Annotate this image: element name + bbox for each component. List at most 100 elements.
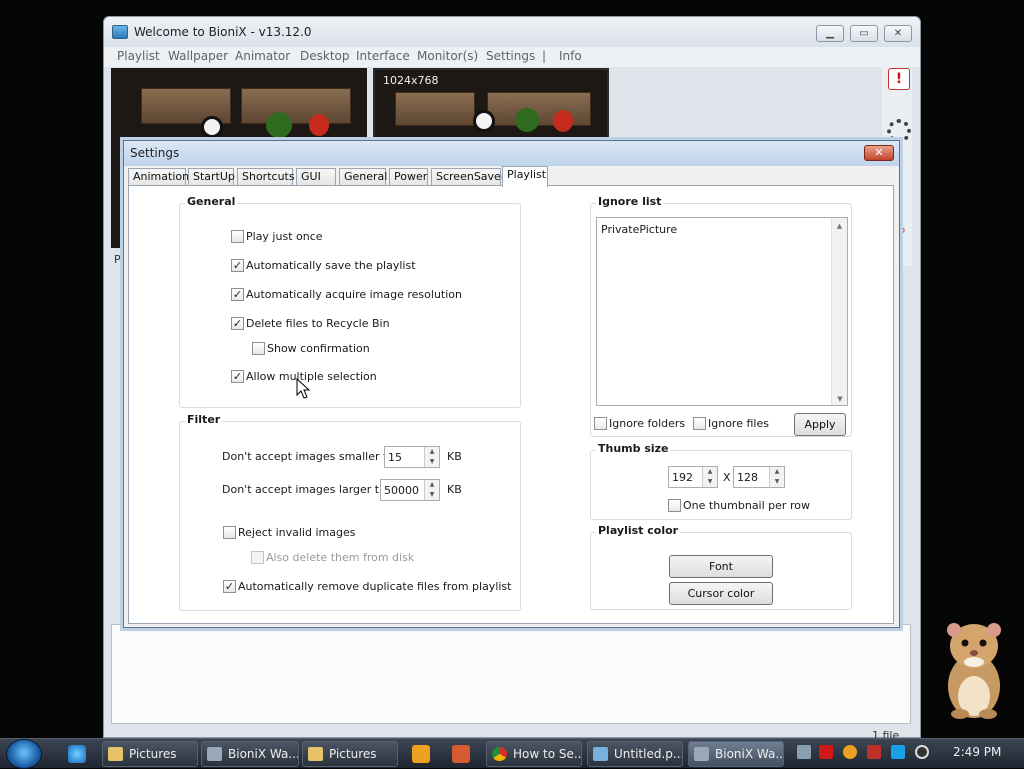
folder-icon	[108, 747, 123, 761]
recycle-bin-checkbox[interactable]: ✓	[231, 317, 244, 330]
settings-tab-strip: Animation StartUp Shortcuts GUI General …	[128, 166, 898, 187]
start-orb-icon[interactable]	[6, 739, 42, 769]
min-size-value[interactable]: 15	[388, 451, 402, 464]
taskbar-button-paint[interactable]: Untitled.p...	[587, 741, 683, 767]
max-size-spinner[interactable]: 50000 ▲ ▼	[380, 479, 440, 501]
auto-save-label[interactable]: Automatically save the playlist	[246, 259, 416, 272]
auto-save-checkbox[interactable]: ✓	[231, 259, 244, 272]
max-size-spinner-arrows[interactable]: ▲ ▼	[424, 480, 439, 500]
show-confirmation-label[interactable]: Show confirmation	[267, 342, 370, 355]
multiple-selection-label[interactable]: Allow multiple selection	[246, 370, 377, 383]
ie-icon[interactable]	[68, 745, 86, 763]
taskbar-clock[interactable]: 2:49 PM	[953, 745, 1001, 759]
playlist-tab-page: General Play just once ✓ Automatically s…	[128, 185, 894, 624]
tray-flag-icon[interactable]	[867, 745, 881, 759]
menu-desktop[interactable]: Desktop	[300, 49, 350, 63]
ignore-list-scrollbar[interactable]: ▲ ▼	[831, 218, 847, 405]
max-size-value[interactable]: 50000	[384, 484, 419, 497]
taskbar-button-pictures-1[interactable]: Pictures	[102, 741, 198, 767]
scroll-down-icon[interactable]: ▼	[832, 395, 848, 403]
auto-resolution-label[interactable]: Automatically acquire image resolution	[246, 288, 462, 301]
reject-invalid-checkbox[interactable]	[223, 526, 236, 539]
tab-general[interactable]: General	[339, 168, 387, 186]
close-main-button[interactable]: ✕	[884, 25, 912, 42]
thumb-width-value[interactable]: 192	[672, 471, 693, 484]
tab-startup[interactable]: StartUp	[188, 168, 235, 186]
menu-info[interactable]: Info	[559, 49, 582, 63]
apply-button[interactable]: Apply	[794, 413, 846, 436]
tab-animation[interactable]: Animation	[128, 168, 189, 186]
tab-shortcuts[interactable]: Shortcuts	[237, 168, 295, 186]
thumb-width-arrows[interactable]: ▲ ▼	[702, 467, 717, 487]
media-player-icon[interactable]	[412, 745, 430, 763]
ignore-list-item[interactable]: PrivatePicture	[601, 223, 677, 236]
taskbar-label: BioniX Wa...	[228, 747, 299, 761]
tab-playlist[interactable]: Playlist	[502, 166, 548, 187]
maximize-button[interactable]: ▭	[850, 25, 878, 42]
thumb-height-value[interactable]: 128	[737, 471, 758, 484]
ignore-folders-checkbox[interactable]	[594, 417, 607, 430]
playlist-area[interactable]	[111, 624, 911, 724]
also-delete-checkbox[interactable]	[251, 551, 264, 564]
taskbar-button-chrome[interactable]: How to Se...	[486, 741, 582, 767]
thumb-height-arrows[interactable]: ▲ ▼	[769, 467, 784, 487]
taskbar-button-pictures-2[interactable]: Pictures	[302, 741, 398, 767]
tray-display-icon[interactable]	[891, 745, 905, 759]
min-size-label: Don't accept images smaller than	[222, 450, 408, 463]
menu-settings[interactable]: Settings	[486, 49, 535, 63]
tray-network-icon[interactable]	[797, 745, 811, 759]
remove-duplicates-label[interactable]: Automatically remove duplicate files fro…	[238, 580, 511, 593]
tab-screensaver[interactable]: ScreenSaver	[431, 168, 505, 186]
tab-gui[interactable]: GUI	[296, 168, 336, 186]
ignore-list-box[interactable]: PrivatePicture ▲ ▼	[596, 217, 848, 406]
tray-antivirus-icon[interactable]	[819, 745, 833, 759]
min-size-unit: KB	[447, 450, 462, 463]
settings-titlebar[interactable]: Settings ✕	[124, 141, 899, 166]
taskbar-button-bionix-2[interactable]: BioniX Wa...	[688, 741, 784, 767]
min-size-spinner-arrows[interactable]: ▲ ▼	[424, 447, 439, 467]
tray-volume-icon[interactable]	[915, 745, 929, 759]
scroll-up-icon[interactable]: ▲	[832, 222, 847, 230]
main-titlebar[interactable]: Welcome to BioniX - v13.12.0 ▁ ▭ ✕	[104, 17, 920, 47]
play-just-once-label[interactable]: Play just once	[246, 230, 323, 243]
tray-search-icon[interactable]	[843, 745, 857, 759]
taskbar-label: Untitled.p...	[614, 747, 683, 761]
font-button[interactable]: Font	[669, 555, 773, 578]
thumb-size-separator: X	[723, 471, 731, 484]
show-confirmation-checkbox[interactable]	[252, 342, 265, 355]
play-just-once-checkbox[interactable]	[231, 230, 244, 243]
cursor-color-button[interactable]: Cursor color	[669, 582, 773, 605]
menu-interface[interactable]: Interface	[356, 49, 410, 63]
one-per-row-label[interactable]: One thumbnail per row	[683, 499, 810, 512]
thumb-width-spinner[interactable]: 192 ▲ ▼	[668, 466, 718, 488]
wallpaper-preview-current[interactable]: 1024x768	[373, 68, 609, 144]
minimize-button[interactable]: ▁	[816, 25, 844, 42]
max-size-unit: KB	[447, 483, 462, 496]
menu-animator[interactable]: Animator	[235, 49, 290, 63]
thumb-height-spinner[interactable]: 128 ▲ ▼	[733, 466, 785, 488]
preview-resolution-label: 1024x768	[383, 74, 439, 87]
main-menubar: Playlist Wallpaper Animator Desktop Inte…	[104, 47, 920, 67]
taskbar-label: Pictures	[329, 747, 377, 761]
ignore-files-checkbox[interactable]	[693, 417, 706, 430]
recycle-bin-label[interactable]: Delete files to Recycle Bin	[246, 317, 390, 330]
settings-close-button[interactable]: ✕	[864, 145, 894, 161]
hamster-icon	[947, 623, 1001, 719]
taskbar-label: Pictures	[129, 747, 177, 761]
menu-monitors[interactable]: Monitor(s)	[417, 49, 478, 63]
min-size-spinner[interactable]: 15 ▲ ▼	[384, 446, 440, 468]
one-per-row-checkbox[interactable]	[668, 499, 681, 512]
remove-duplicates-checkbox[interactable]: ✓	[223, 580, 236, 593]
taskbar-label: How to Se...	[513, 747, 582, 761]
ignore-folders-label[interactable]: Ignore folders	[609, 417, 685, 430]
alert-icon[interactable]: !	[888, 68, 910, 90]
pinned-app-icon[interactable]	[452, 745, 470, 763]
reject-invalid-label[interactable]: Reject invalid images	[238, 526, 355, 539]
multiple-selection-checkbox[interactable]: ✓	[231, 370, 244, 383]
taskbar-button-bionix-1[interactable]: BioniX Wa...	[201, 741, 299, 767]
menu-wallpaper[interactable]: Wallpaper	[168, 49, 228, 63]
menu-playlist[interactable]: Playlist	[117, 49, 160, 63]
ignore-files-label[interactable]: Ignore files	[708, 417, 769, 430]
auto-resolution-checkbox[interactable]: ✓	[231, 288, 244, 301]
tab-power[interactable]: Power	[389, 168, 428, 186]
